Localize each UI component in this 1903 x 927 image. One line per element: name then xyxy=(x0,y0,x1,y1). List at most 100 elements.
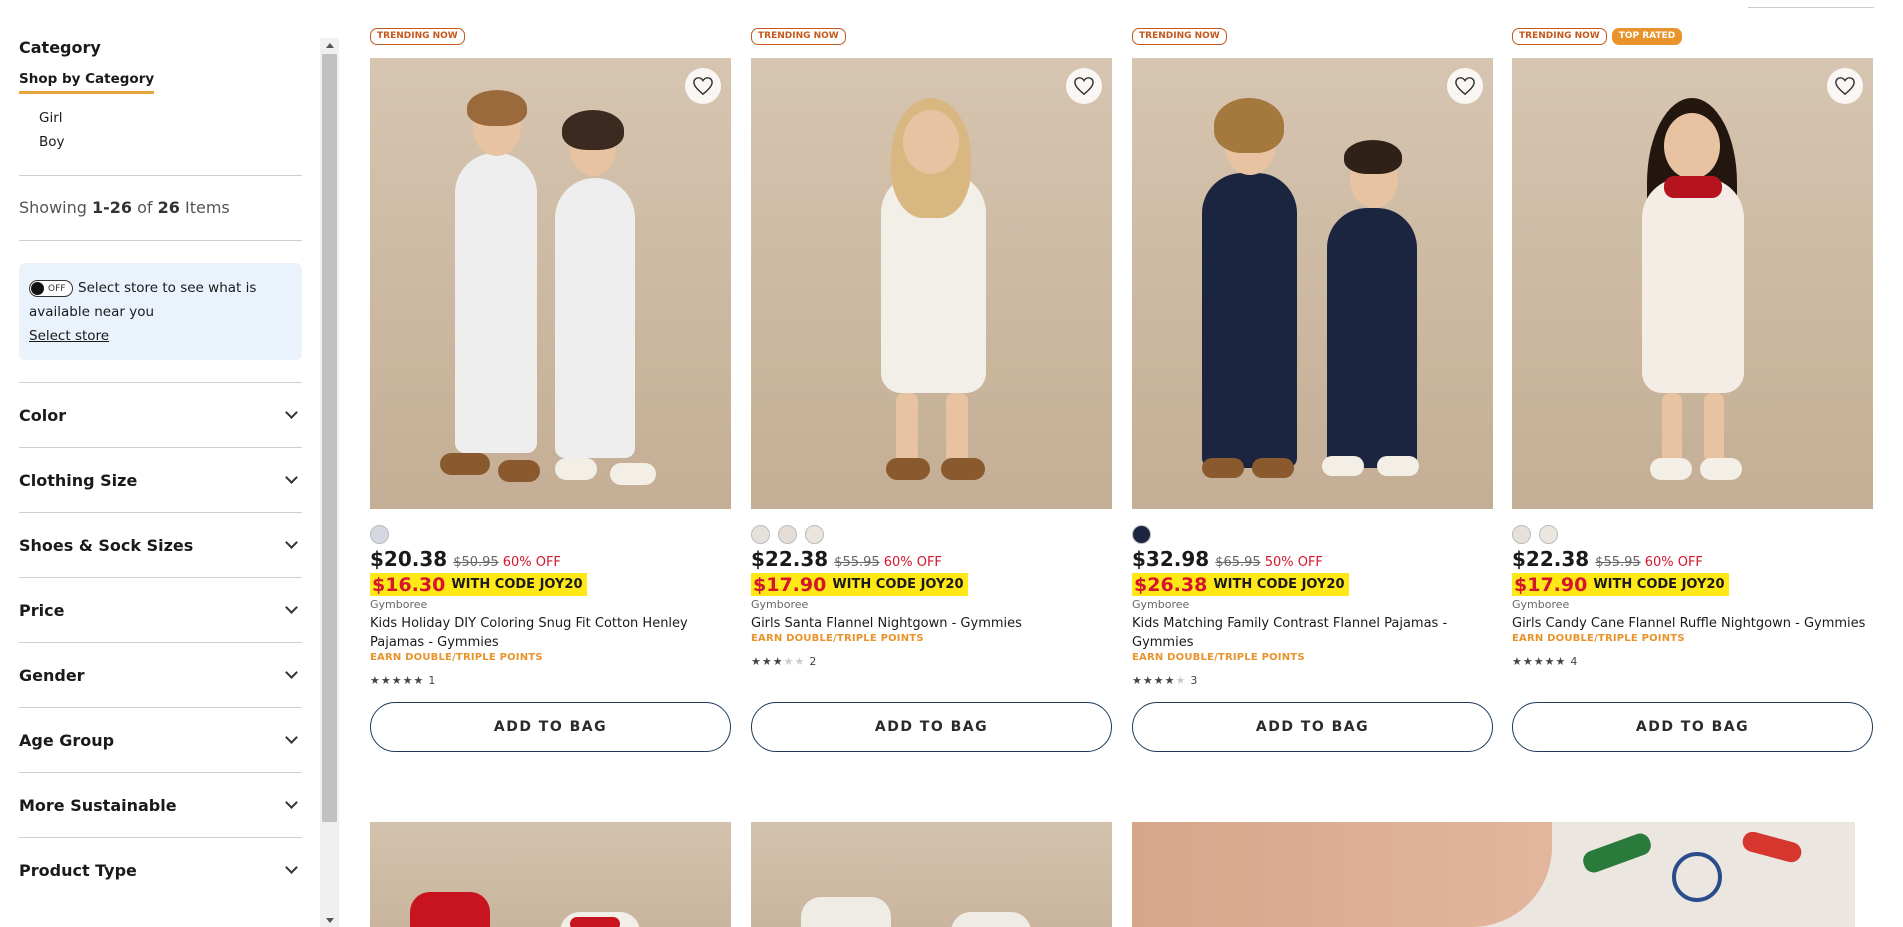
star-icon: ★ xyxy=(1544,655,1555,668)
product-video-tile[interactable] xyxy=(1132,822,1855,927)
promo-code-price: $26.38 WITH CODE JOY20 xyxy=(1132,573,1349,596)
add-to-bag-button[interactable]: ADD TO BAG xyxy=(1512,702,1873,752)
rating[interactable]: ★ ★ ★ ★ ★ 1 xyxy=(370,674,435,687)
category-link-girl[interactable]: Girl xyxy=(39,110,302,126)
facet-label: More Sustainable xyxy=(19,795,177,815)
star-icon: ★ xyxy=(413,674,424,687)
color-swatch[interactable] xyxy=(1512,525,1531,544)
facet-clothing-size[interactable]: Clothing Size xyxy=(19,447,302,512)
sale-price: $20.38 xyxy=(370,547,448,571)
facet-age-group[interactable]: Age Group xyxy=(19,707,302,772)
star-icon: ★ xyxy=(772,655,783,668)
star-icon: ★ xyxy=(1512,655,1522,668)
wishlist-heart-icon[interactable] xyxy=(685,68,721,104)
category-link-boy[interactable]: Boy xyxy=(39,134,302,150)
product-image[interactable] xyxy=(751,58,1112,509)
badge-row: TRENDING NOW xyxy=(370,28,465,45)
wishlist-heart-icon[interactable] xyxy=(1447,68,1483,104)
product-image[interactable] xyxy=(370,822,731,927)
star-icon: ★ xyxy=(1142,674,1153,687)
product-name-link[interactable]: Kids Holiday DIY Coloring Snug Fit Cotto… xyxy=(370,614,731,652)
facet-color[interactable]: Color xyxy=(19,382,302,447)
discount-percent: 50% OFF xyxy=(1264,555,1323,570)
discount-percent: 60% OFF xyxy=(502,555,561,570)
product-image[interactable] xyxy=(370,58,731,509)
promo-code-price: $16.30 WITH CODE JOY20 xyxy=(370,573,587,596)
sidebar-scrollbar[interactable] xyxy=(320,38,339,927)
facet-label: Product Type xyxy=(19,860,137,880)
color-swatch[interactable] xyxy=(370,525,389,544)
star-icon: ★ xyxy=(1175,674,1186,687)
code-price: $17.90 xyxy=(1514,573,1588,596)
facet-product-type[interactable]: Product Type xyxy=(19,837,302,902)
rating[interactable]: ★ ★ ★ ★ ★ 4 xyxy=(1512,655,1577,668)
product-name-link[interactable]: Girls Candy Cane Flannel Ruffle Nightgow… xyxy=(1512,614,1873,633)
add-to-bag-button[interactable]: ADD TO BAG xyxy=(1132,702,1493,752)
price-row: $22.38 $55.95 60% OFF xyxy=(751,547,942,571)
chevron-down-icon xyxy=(285,536,298,549)
facet-label: Price xyxy=(19,600,65,620)
wishlist-heart-icon[interactable] xyxy=(1066,68,1102,104)
badge-row: TRENDING NOW TOP RATED xyxy=(1512,28,1683,45)
product-name-link[interactable]: Kids Matching Family Contrast Flannel Pa… xyxy=(1132,614,1493,652)
color-swatch[interactable] xyxy=(1539,525,1558,544)
select-store-link[interactable]: Select store xyxy=(29,328,109,344)
facet-shoes-sock-sizes[interactable]: Shoes & Sock Sizes xyxy=(19,512,302,577)
chevron-down-icon xyxy=(285,471,298,484)
star-icon: ★ xyxy=(751,655,761,668)
star-icon: ★ xyxy=(402,674,413,687)
scroll-up-arrow[interactable] xyxy=(320,38,339,52)
star-icon: ★ xyxy=(783,655,794,668)
star-rating: ★ ★ ★ ★ ★ xyxy=(1132,675,1185,686)
product-image[interactable] xyxy=(1132,58,1493,509)
divider xyxy=(1748,7,1874,8)
facet-gender[interactable]: Gender xyxy=(19,642,302,707)
facet-list: Color Clothing Size Shoes & Sock Sizes P… xyxy=(19,382,302,902)
code-text: WITH CODE JOY20 xyxy=(832,577,964,592)
price-row: $32.98 $65.95 50% OFF xyxy=(1132,547,1323,571)
scrollbar-thumb[interactable] xyxy=(322,54,337,822)
divider xyxy=(19,240,302,241)
code-text: WITH CODE JOY20 xyxy=(1213,577,1345,592)
brand-name: Gymboree xyxy=(1132,598,1190,611)
product-name-link[interactable]: Girls Santa Flannel Nightgown - Gymmies xyxy=(751,614,1112,633)
facet-label: Color xyxy=(19,405,67,425)
product-image[interactable] xyxy=(751,822,1112,927)
swatch-row xyxy=(751,525,824,544)
earn-points-label: EARN DOUBLE/TRIPLE POINTS xyxy=(370,652,543,663)
star-icon: ★ xyxy=(391,674,402,687)
store-toggle[interactable]: OFF xyxy=(29,280,73,297)
rating[interactable]: ★ ★ ★ ★ ★ 2 xyxy=(751,655,816,668)
color-swatch[interactable] xyxy=(1132,525,1151,544)
earn-points-label: EARN DOUBLE/TRIPLE POINTS xyxy=(751,633,924,644)
promo-code-price: $17.90 WITH CODE JOY20 xyxy=(1512,573,1729,596)
sale-price: $32.98 xyxy=(1132,547,1210,571)
add-to-bag-button[interactable]: ADD TO BAG xyxy=(370,702,731,752)
facet-more-sustainable[interactable]: More Sustainable xyxy=(19,772,302,837)
product-image[interactable] xyxy=(1512,58,1873,509)
chevron-down-icon xyxy=(285,666,298,679)
review-count: 2 xyxy=(809,655,817,668)
color-swatch[interactable] xyxy=(751,525,770,544)
promo-code-price: $17.90 WITH CODE JOY20 xyxy=(751,573,968,596)
code-price: $17.90 xyxy=(753,573,827,596)
code-price: $26.38 xyxy=(1134,573,1208,596)
wishlist-heart-icon[interactable] xyxy=(1827,68,1863,104)
star-icon: ★ xyxy=(1132,674,1142,687)
chevron-down-icon xyxy=(285,861,298,874)
color-swatch[interactable] xyxy=(778,525,797,544)
shop-by-category-tab[interactable]: Shop by Category xyxy=(19,71,155,94)
chevron-down-icon xyxy=(285,731,298,744)
original-price: $65.95 xyxy=(1215,555,1261,570)
chevron-down-icon xyxy=(285,406,298,419)
rating[interactable]: ★ ★ ★ ★ ★ 3 xyxy=(1132,674,1197,687)
scroll-down-arrow[interactable] xyxy=(320,913,339,927)
add-to-bag-button[interactable]: ADD TO BAG xyxy=(751,702,1112,752)
star-icon: ★ xyxy=(380,674,391,687)
toggle-state-label: OFF xyxy=(48,283,66,294)
badge-row: TRENDING NOW xyxy=(1132,28,1227,45)
facet-price[interactable]: Price xyxy=(19,577,302,642)
original-price: $55.95 xyxy=(834,555,880,570)
color-swatch[interactable] xyxy=(805,525,824,544)
discount-percent: 60% OFF xyxy=(883,555,942,570)
